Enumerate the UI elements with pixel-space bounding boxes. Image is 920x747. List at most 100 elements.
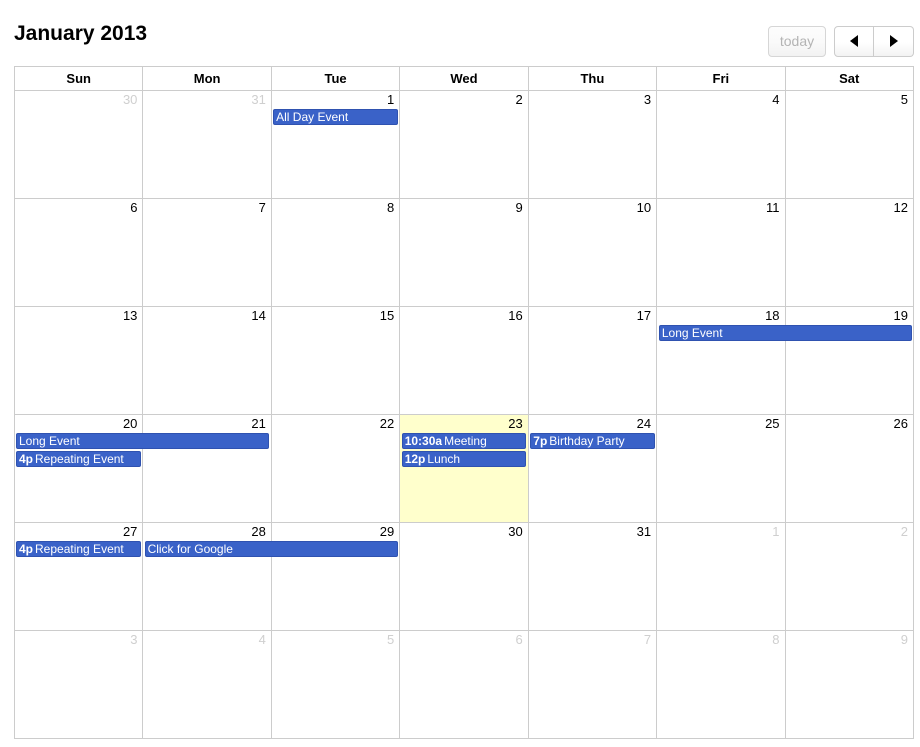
day-number: 30: [508, 524, 523, 539]
day-cell[interactable]: 8: [271, 199, 401, 307]
day-cell[interactable]: 26: [785, 415, 914, 523]
day-of-week-header-tue: Tue: [271, 67, 401, 91]
event-title: Birthday Party: [549, 434, 625, 448]
day-cell[interactable]: 21: [143, 415, 272, 523]
calendar-event[interactable]: 4p Repeating Event: [16, 451, 141, 467]
day-cell[interactable]: 1: [657, 523, 786, 631]
event-time: 10:30a: [404, 434, 443, 448]
day-cell[interactable]: 25: [657, 415, 786, 523]
day-cell[interactable]: 5: [785, 91, 914, 199]
day-cell[interactable]: 18: [657, 307, 786, 415]
day-cell[interactable]: 24: [528, 415, 658, 523]
calendar-weeks: 30 31 1 2 3 4 5 All Day Event 6 7 8 9 10 11 12 13 14 15 16…: [15, 91, 914, 739]
day-cell[interactable]: 4: [143, 631, 272, 739]
day-cell[interactable]: 27: [15, 523, 144, 631]
event-title: Click for Google: [147, 542, 233, 556]
day-number: 6: [130, 200, 138, 215]
day-number: 7: [258, 200, 266, 215]
event-time: 7p: [533, 434, 548, 448]
day-cell[interactable]: 7: [143, 199, 272, 307]
day-cell[interactable]: 19: [785, 307, 914, 415]
day-number: 5: [900, 92, 908, 107]
day-number: 10: [636, 200, 652, 215]
day-cell[interactable]: 30: [15, 91, 144, 199]
day-number: 28: [251, 524, 266, 539]
day-number: 15: [379, 308, 395, 323]
day-cell[interactable]: 6: [15, 199, 144, 307]
day-cell[interactable]: 10: [528, 199, 658, 307]
day-cell[interactable]: 4: [657, 91, 786, 199]
day-cell[interactable]: 3: [528, 91, 658, 199]
day-cell[interactable]: 12: [785, 199, 914, 307]
day-number: 2: [900, 524, 908, 539]
event-title: All Day Event: [276, 110, 349, 124]
day-number: 23: [508, 416, 523, 431]
calendar-event[interactable]: Long Event: [16, 433, 270, 449]
day-number: 8: [772, 632, 780, 647]
day-cell-today[interactable]: 23: [400, 415, 529, 523]
today-button[interactable]: today: [768, 26, 826, 57]
prev-month-button[interactable]: [834, 26, 874, 57]
calendar-event[interactable]: 4p Repeating Event: [16, 541, 141, 557]
calendar-event[interactable]: 10:30a Meeting: [401, 433, 527, 449]
day-number: 8: [387, 200, 395, 215]
day-of-week-header-thu: Thu: [528, 67, 658, 91]
event-time: 4p: [19, 542, 34, 556]
day-of-week-header-fri: Fri: [657, 67, 786, 91]
day-number: 4: [772, 92, 780, 107]
next-month-button[interactable]: [874, 26, 914, 57]
event-time: 12p: [404, 452, 426, 466]
calendar-week-row: 6 7 8 9 10 11 12: [15, 199, 914, 307]
calendar-week-row: 30 31 1 2 3 4 5 All Day Event: [15, 91, 914, 199]
day-number: 1: [772, 524, 780, 539]
day-number: 11: [766, 200, 780, 215]
day-number: 6: [515, 632, 523, 647]
day-number: 5: [387, 632, 395, 647]
calendar-event[interactable]: Click for Google: [144, 541, 398, 557]
day-number: 3: [643, 92, 652, 107]
event-title: Repeating Event: [35, 542, 124, 556]
calendar-event[interactable]: All Day Event: [273, 109, 398, 125]
day-cell[interactable]: 29: [271, 523, 401, 631]
day-cell[interactable]: 11: [657, 199, 786, 307]
day-cell[interactable]: 8: [657, 631, 786, 739]
calendar-event[interactable]: 12p Lunch: [401, 451, 527, 467]
day-cell[interactable]: 31: [143, 91, 272, 199]
day-cell[interactable]: 31: [528, 523, 658, 631]
day-cell[interactable]: 16: [400, 307, 529, 415]
day-cell[interactable]: 2: [400, 91, 529, 199]
calendar-toolbar: today: [768, 26, 914, 57]
day-of-week-header-wed: Wed: [400, 67, 529, 91]
page-title: January 2013: [14, 22, 148, 45]
event-title: Repeating Event: [35, 452, 124, 466]
day-cell[interactable]: 20: [15, 415, 144, 523]
day-number: 20: [122, 416, 138, 431]
day-number: 31: [251, 92, 266, 107]
day-cell[interactable]: 9: [400, 199, 529, 307]
day-cell[interactable]: 3: [15, 631, 144, 739]
day-cell[interactable]: 14: [143, 307, 272, 415]
day-number: 29: [379, 524, 395, 539]
day-cell[interactable]: 30: [400, 523, 529, 631]
day-cell[interactable]: 13: [15, 307, 144, 415]
day-cell[interactable]: 2: [785, 523, 914, 631]
day-cell[interactable]: 17: [528, 307, 658, 415]
day-cell[interactable]: 1: [271, 91, 401, 199]
day-cell[interactable]: 15: [271, 307, 401, 415]
day-cell[interactable]: 6: [400, 631, 529, 739]
day-of-week-header-sat: Sat: [785, 67, 914, 91]
day-number: 16: [508, 308, 523, 323]
calendar-week-row: 13 14 15 16 17 18 19 Long Event: [15, 307, 914, 415]
day-number: 7: [643, 632, 652, 647]
day-number: 14: [251, 308, 266, 323]
calendar-event[interactable]: Long Event: [658, 325, 912, 341]
calendar-event[interactable]: 7p Birthday Party: [530, 433, 655, 449]
day-cell[interactable]: 7: [528, 631, 658, 739]
day-cell[interactable]: 9: [785, 631, 914, 739]
day-cell[interactable]: 22: [271, 415, 401, 523]
day-number: 19: [893, 308, 908, 323]
day-of-week-header-sun: Sun: [15, 67, 144, 91]
day-number: 1: [387, 92, 395, 107]
day-cell[interactable]: 5: [271, 631, 401, 739]
day-cell[interactable]: 28: [143, 523, 272, 631]
